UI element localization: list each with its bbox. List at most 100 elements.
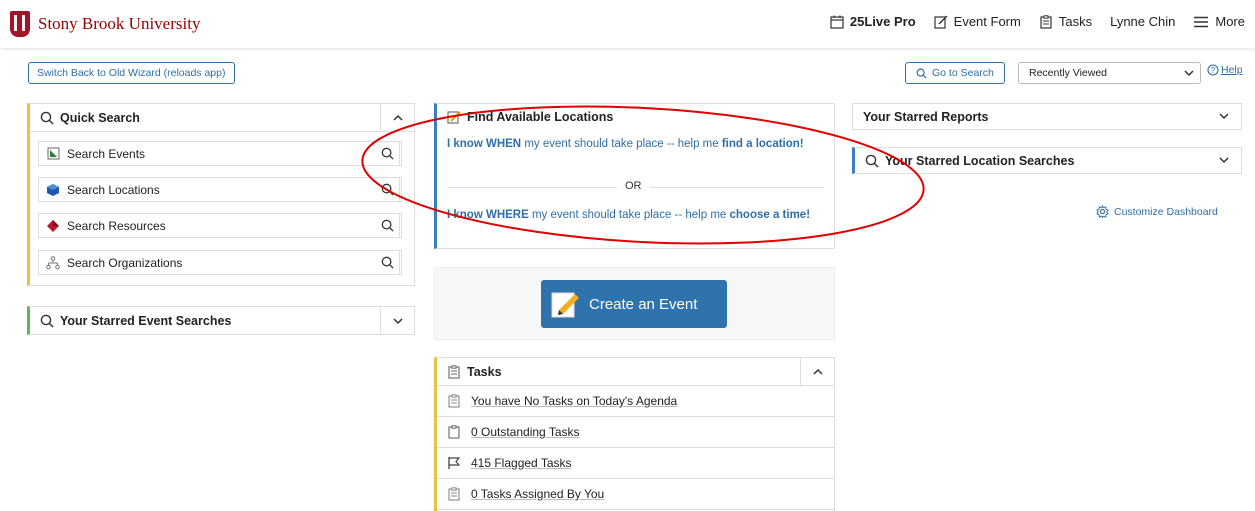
search-events-label: Search Events <box>67 146 146 161</box>
resource-icon <box>47 219 59 232</box>
organization-icon <box>46 255 60 269</box>
nav-more[interactable]: More <box>1193 14 1245 29</box>
panel-title: Quick Search <box>60 110 140 125</box>
option-text: my event should take place -- help me <box>528 209 730 221</box>
tasks-header: Tasks <box>437 358 834 386</box>
go-to-search-button[interactable]: Go to Search <box>905 62 1005 84</box>
or-label: OR <box>617 180 650 192</box>
edit-pencil-icon <box>551 292 579 318</box>
customize-dashboard-link[interactable]: Customize Dashboard <box>1096 205 1218 218</box>
nav-25live-pro[interactable]: 25Live Pro <box>830 14 916 29</box>
find-location-link[interactable]: I know WHEN my event should take place -… <box>447 137 817 152</box>
tasks-panel: Tasks You have No Tasks on Today's Agend… <box>434 357 835 511</box>
quick-search-header: Quick Search <box>30 104 414 132</box>
customize-label: Customize Dashboard <box>1114 205 1218 218</box>
select-value: Recently Viewed <box>1029 67 1108 79</box>
nav-label: More <box>1215 14 1245 29</box>
task-row-today[interactable]: You have No Tasks on Today's Agenda <box>437 386 834 417</box>
search-icon <box>40 111 54 124</box>
help-link[interactable]: ? Help <box>1207 64 1243 76</box>
collapse-toggle[interactable] <box>380 104 414 131</box>
task-row-assigned[interactable]: 0 Tasks Assigned By You <box>437 479 834 510</box>
search-icon <box>916 68 927 79</box>
search-locations-button[interactable] <box>374 177 402 202</box>
starred-reports-panel[interactable]: Your Starred Reports <box>852 103 1242 130</box>
search-locations-row[interactable]: Search Locations <box>38 177 400 202</box>
nav-label: 25Live Pro <box>849 14 916 29</box>
help-circle-icon: ? <box>1207 64 1219 76</box>
search-organizations-row[interactable]: Search Organizations <box>38 250 400 275</box>
starred-event-searches-header: Your Starred Event Searches <box>30 307 414 335</box>
location-cube-icon <box>47 183 59 196</box>
recently-viewed-select[interactable]: Recently Viewed <box>1018 62 1201 84</box>
clipboard-icon <box>448 487 460 501</box>
chevron-down-icon <box>1184 69 1194 76</box>
search-locations-label: Search Locations <box>67 182 160 197</box>
option-text: my event should take place -- help me <box>521 138 722 150</box>
option-link: find a location! <box>721 138 804 150</box>
task-row-outstanding[interactable]: 0 Outstanding Tasks <box>437 417 834 448</box>
panel-title: Tasks <box>467 364 502 379</box>
starred-location-searches-header: Your Starred Location Searches <box>855 148 1241 173</box>
search-resources-button[interactable] <box>374 213 402 238</box>
starred-reports-header: Your Starred Reports <box>853 104 1241 129</box>
collapse-toggle[interactable] <box>800 358 834 385</box>
task-label: 0 Outstanding Tasks <box>471 425 580 439</box>
menu-icon <box>1194 16 1209 27</box>
choose-time-link[interactable]: I know WHERE my event should take place … <box>447 208 817 223</box>
option-strong: I know WHERE <box>447 209 529 221</box>
nav-label: Event Form <box>953 14 1021 29</box>
create-event-panel: Create an Event <box>434 267 835 340</box>
search-icon <box>381 219 394 232</box>
option-link: choose a time! <box>729 209 811 221</box>
create-event-label: Create an Event <box>589 295 698 313</box>
search-icon <box>865 154 879 167</box>
shield-logo-icon <box>10 11 30 37</box>
switch-old-wizard-button[interactable]: Switch Back to Old Wizard (reloads app) <box>28 62 235 84</box>
help-label: Help <box>1221 64 1243 76</box>
panel-title: Your Starred Location Searches <box>885 153 1075 168</box>
task-label: You have No Tasks on Today's Agenda <box>471 394 678 408</box>
search-resources-label: Search Resources <box>67 218 166 233</box>
search-events-button[interactable] <box>374 141 402 166</box>
search-icon <box>381 147 394 160</box>
go-to-search-label: Go to Search <box>932 67 994 79</box>
top-bar: Stony Brook University 25Live Pro Event … <box>0 0 1255 48</box>
edit-icon <box>934 15 948 29</box>
nav-tasks[interactable]: Tasks <box>1039 14 1092 29</box>
clipboard-icon <box>1040 14 1052 29</box>
expand-toggle[interactable] <box>1207 104 1241 129</box>
event-icon <box>47 147 59 160</box>
calendar-icon <box>830 15 844 29</box>
search-organizations-label: Search Organizations <box>67 255 183 270</box>
top-nav: 25Live Pro Event Form Tasks Lynne Chin M… <box>812 14 1245 29</box>
task-label: 415 Flagged Tasks <box>471 456 572 470</box>
chevron-down-icon <box>1219 157 1229 164</box>
search-icon <box>381 183 394 196</box>
logo-text: Stony Brook University <box>38 14 201 33</box>
find-locations-header: Find Available Locations <box>437 104 834 130</box>
search-events-row[interactable]: Search Events <box>38 141 400 166</box>
search-organizations-button[interactable] <box>374 250 402 275</box>
search-resources-row[interactable]: Search Resources <box>38 213 400 238</box>
clipboard-icon <box>448 364 460 379</box>
create-event-button[interactable]: Create an Event <box>541 280 727 328</box>
nav-user[interactable]: Lynne Chin <box>1110 14 1175 29</box>
task-row-flagged[interactable]: 415 Flagged Tasks <box>437 448 834 479</box>
svg-text:?: ? <box>1211 66 1216 75</box>
search-icon <box>381 256 394 269</box>
flag-icon <box>448 457 461 469</box>
nav-event-form[interactable]: Event Form <box>934 14 1021 29</box>
find-locations-panel: Find Available Locations I know WHEN my … <box>434 103 835 249</box>
chevron-up-icon <box>812 368 823 375</box>
clipboard-icon <box>448 394 460 408</box>
panel-title: Your Starred Reports <box>863 109 989 124</box>
gear-icon <box>1096 205 1109 218</box>
starred-event-searches-panel[interactable]: Your Starred Event Searches <box>27 306 415 335</box>
expand-toggle[interactable] <box>1207 148 1241 173</box>
university-logo[interactable]: Stony Brook University <box>10 11 200 37</box>
expand-toggle[interactable] <box>380 307 414 335</box>
user-name: Lynne Chin <box>1110 14 1176 29</box>
clipboard-blank-icon <box>448 425 460 439</box>
starred-location-searches-panel[interactable]: Your Starred Location Searches <box>852 147 1242 174</box>
